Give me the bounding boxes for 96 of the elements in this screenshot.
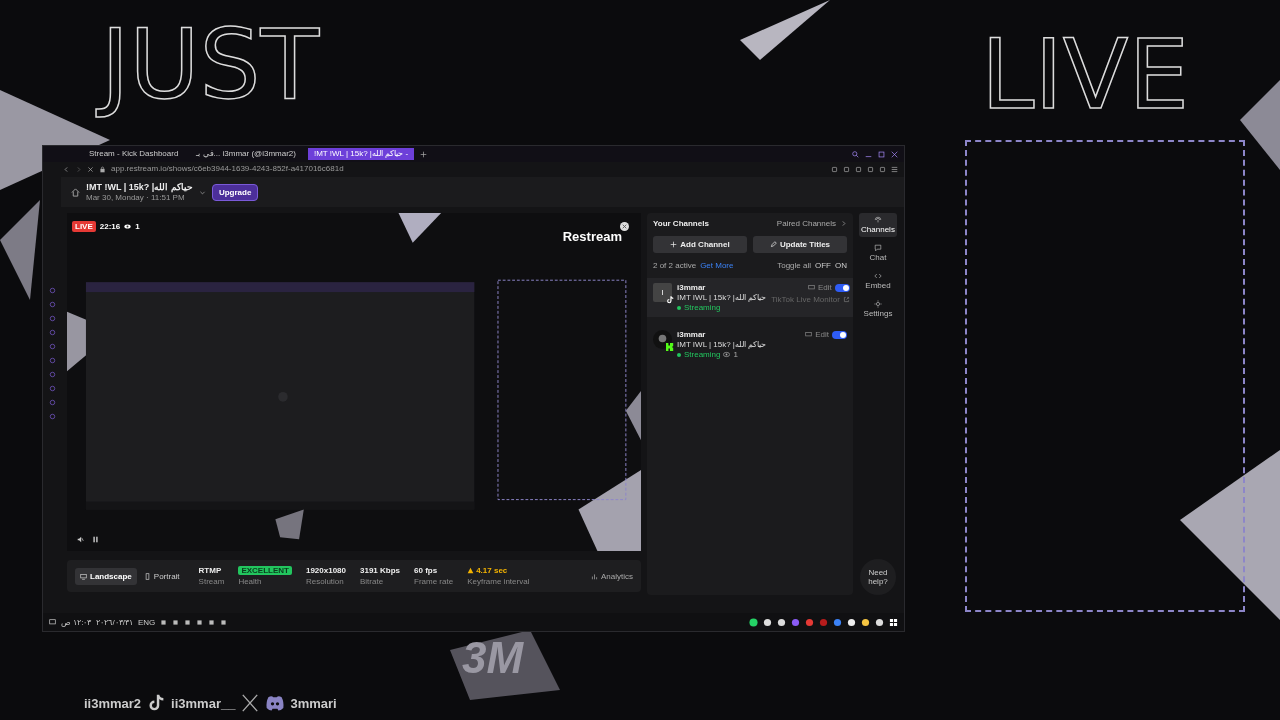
active-count: 2 of 2 active	[653, 261, 697, 270]
channel-name: i3mmar	[677, 283, 707, 292]
windows-icon[interactable]	[889, 617, 898, 627]
stat-value: 4.17 sec	[476, 566, 508, 575]
channel-name: i3mmar	[677, 330, 707, 339]
edit-button[interactable]: Edit	[818, 283, 832, 292]
streaming-status: Streaming	[684, 303, 721, 312]
side-nav-item[interactable]: Chat	[859, 241, 897, 265]
pause-icon[interactable]	[92, 536, 99, 543]
kick-icon	[666, 343, 674, 351]
viewer-count: 1	[135, 222, 140, 231]
plus-icon	[670, 241, 678, 248]
discord-icon	[265, 694, 286, 712]
settings-icon	[874, 300, 882, 308]
social-handle: ii3mmar2	[84, 695, 142, 711]
phone-icon	[143, 572, 151, 580]
title-text: LIVE	[980, 18, 1191, 133]
monitor-icon	[808, 284, 815, 291]
orientation-tab[interactable]: Portrait	[138, 567, 185, 585]
eye-icon	[124, 223, 132, 230]
side-nav-item[interactable]: Channels	[859, 213, 897, 237]
stat-value: 3191 Kbps	[360, 566, 401, 575]
stat-label: Resolution	[305, 577, 345, 586]
code-icon	[874, 272, 882, 280]
clock-date[interactable]: ٢٠٢٦/٠٣/٣١	[96, 617, 133, 627]
stat-label: Stream	[198, 577, 225, 586]
back-icon[interactable]	[63, 166, 70, 173]
menu-icon[interactable]	[891, 166, 898, 173]
chevron-right-icon[interactable]	[840, 220, 847, 227]
bar-chart-icon[interactable]	[591, 572, 598, 580]
channel-title: IMT IWL | 15k? |حياكم الله	[677, 293, 767, 302]
analytics-link[interactable]: Analytics	[601, 571, 633, 581]
warning-icon	[467, 567, 475, 574]
browser-tab[interactable]: Stream - Kick Dashboard	[83, 147, 185, 161]
title-text: JUST	[95, 8, 326, 124]
pencil-icon	[769, 241, 777, 248]
update-titles-button[interactable]: Update Titles	[753, 236, 847, 253]
mute-icon[interactable]	[77, 536, 84, 543]
clock-time[interactable]: ١٢:٠٣ ص	[61, 617, 92, 627]
panel-heading: Your Channels	[653, 219, 709, 228]
help-button[interactable]: Need help?	[860, 559, 896, 595]
browser-tab[interactable]: في بـ... i3mmar (@i3mmar2)	[190, 147, 302, 161]
toggle-switch[interactable]	[834, 283, 850, 292]
close-icon[interactable]	[620, 222, 629, 231]
show-title: !MT !WL | 15k? |حياكم الله	[86, 182, 193, 192]
brand-text: Restream	[562, 229, 622, 244]
lock-icon	[99, 166, 106, 173]
stat-label: Bitrate	[360, 577, 385, 586]
monitor-icon	[805, 331, 813, 338]
upgrade-button[interactable]: Upgrade	[211, 183, 259, 201]
chat-icon	[874, 244, 882, 252]
stat-label: Keyframe interval	[467, 577, 530, 586]
logo: 3M	[462, 632, 524, 684]
viewer-count: 1	[733, 350, 738, 359]
maximize-icon[interactable]	[878, 150, 885, 158]
channel-title: IMT IWL | 15k? |حياكم الله	[677, 340, 768, 349]
streaming-status: Streaming	[684, 350, 721, 359]
orientation-tab[interactable]: Landscape	[75, 567, 137, 585]
language-indicator[interactable]: ENG	[137, 617, 156, 627]
stream-time: 22:16	[99, 222, 121, 231]
side-nav-item[interactable]: Settings	[859, 297, 897, 321]
stat-value: RTMP	[198, 566, 223, 575]
status-dot	[677, 352, 681, 357]
stat-value: 1920x1080	[305, 566, 346, 575]
edit-button[interactable]: Edit	[815, 330, 829, 339]
external-link-icon[interactable]	[842, 296, 850, 303]
tiktok-icon	[666, 296, 674, 304]
on-button[interactable]: ON	[835, 261, 847, 270]
show-date: Mar 30, Monday · 11:51 PM	[86, 193, 186, 202]
plus-icon[interactable]	[420, 150, 428, 158]
broadcast-icon	[874, 216, 882, 224]
search-icon[interactable]	[852, 150, 859, 158]
stat-label: Health	[238, 577, 263, 586]
off-button[interactable]: OFF	[815, 261, 831, 270]
chat-app-icon[interactable]	[749, 617, 758, 627]
live-badge: LIVE	[72, 221, 96, 232]
browser-tab[interactable]: !MT !WL | 15k? |حياكم الله -	[307, 147, 415, 161]
address-field[interactable]: app.restream.io/shows/c6eb3944-1639-4243-852f-a417016c681d	[111, 165, 344, 174]
monitor-icon	[80, 572, 87, 580]
toggle-all-label: Toggle all	[777, 261, 811, 270]
status-dot	[677, 305, 681, 310]
health-badge: EXCELLENT	[238, 566, 292, 575]
social-handle: ii3mmar__	[171, 695, 236, 711]
notification-icon[interactable]	[49, 618, 56, 626]
eye-icon	[723, 351, 731, 358]
stat-value: 60 fps	[414, 566, 439, 575]
stat-label: Frame rate	[414, 577, 454, 586]
add-channel-button[interactable]: Add Channel	[653, 236, 747, 253]
paired-channels-link[interactable]: Paired Channels	[776, 219, 836, 228]
home-icon[interactable]	[71, 187, 80, 197]
social-handle: 3mmari	[290, 695, 337, 711]
toggle-switch[interactable]	[832, 330, 847, 339]
side-nav-item[interactable]: Embed	[859, 269, 897, 293]
get-more-link[interactable]: Get More	[700, 261, 734, 270]
x-icon	[240, 694, 261, 712]
channel-avatar: I	[653, 283, 672, 302]
